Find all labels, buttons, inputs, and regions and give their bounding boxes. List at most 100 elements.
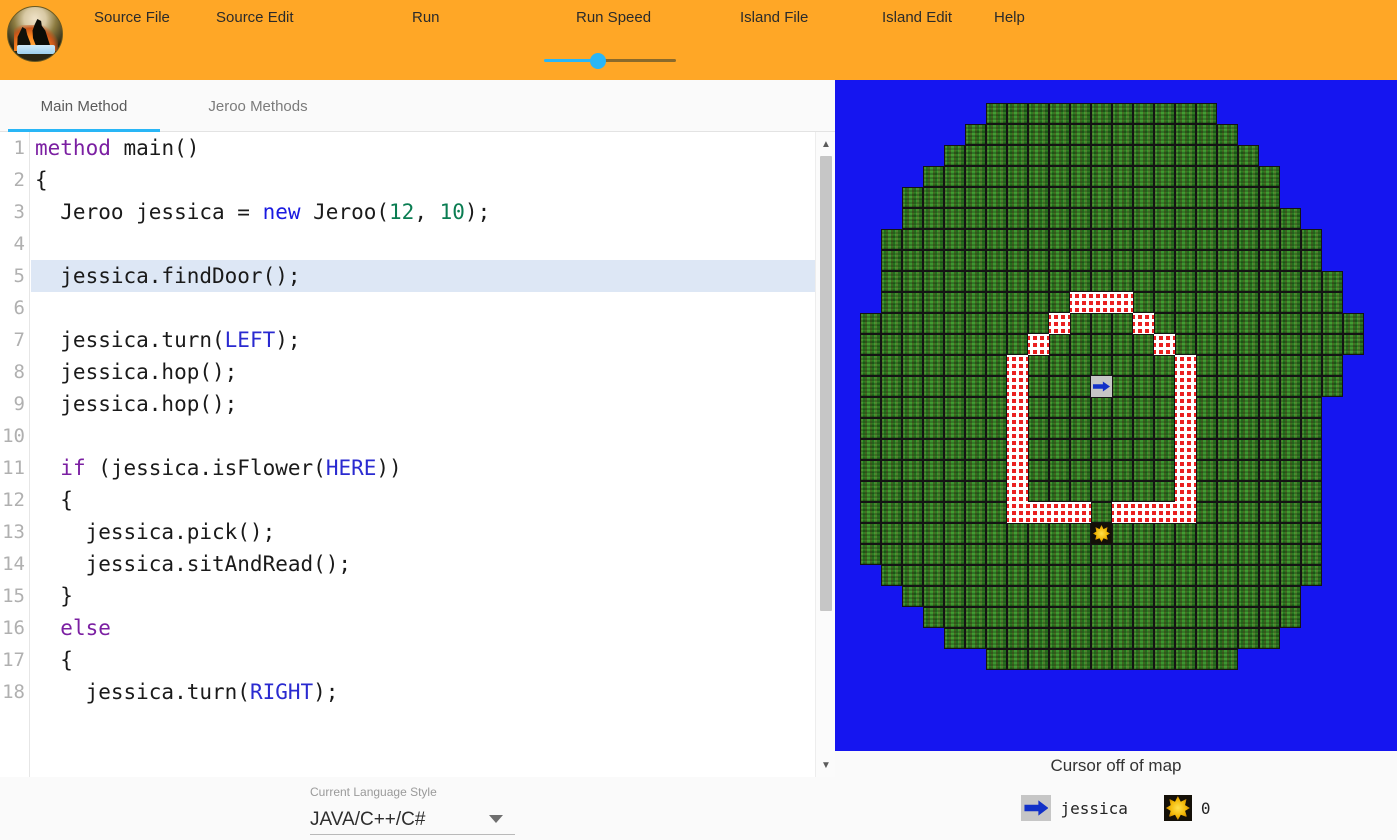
grass-tile[interactable] bbox=[986, 418, 1007, 439]
grass-tile[interactable] bbox=[1007, 271, 1028, 292]
editor-vertical-scrollbar[interactable]: ▲ ▼ bbox=[815, 132, 835, 777]
grass-tile[interactable] bbox=[1028, 250, 1049, 271]
grass-tile[interactable] bbox=[1112, 229, 1133, 250]
grass-tile[interactable] bbox=[881, 439, 902, 460]
grass-tile[interactable] bbox=[965, 334, 986, 355]
grass-tile[interactable] bbox=[1259, 355, 1280, 376]
grass-tile[interactable] bbox=[1133, 187, 1154, 208]
grass-tile[interactable] bbox=[1217, 649, 1238, 670]
code-line[interactable]: jessica.turn(RIGHT); bbox=[31, 676, 815, 708]
grass-tile[interactable] bbox=[1112, 481, 1133, 502]
grass-tile[interactable] bbox=[1133, 334, 1154, 355]
grass-tile[interactable] bbox=[923, 607, 944, 628]
net-tile[interactable] bbox=[1133, 502, 1154, 523]
grass-tile[interactable] bbox=[1301, 439, 1322, 460]
grass-tile[interactable] bbox=[902, 250, 923, 271]
net-tile[interactable] bbox=[1007, 502, 1028, 523]
grass-tile[interactable] bbox=[965, 145, 986, 166]
grass-tile[interactable] bbox=[986, 271, 1007, 292]
grass-tile[interactable] bbox=[1007, 208, 1028, 229]
grass-tile[interactable] bbox=[1154, 292, 1175, 313]
grass-tile[interactable] bbox=[881, 313, 902, 334]
grass-tile[interactable] bbox=[1280, 565, 1301, 586]
grass-tile[interactable] bbox=[1028, 586, 1049, 607]
grass-tile[interactable] bbox=[1259, 250, 1280, 271]
grass-tile[interactable] bbox=[1028, 523, 1049, 544]
grass-tile[interactable] bbox=[986, 292, 1007, 313]
grass-tile[interactable] bbox=[1070, 418, 1091, 439]
grass-tile[interactable] bbox=[902, 334, 923, 355]
grass-tile[interactable] bbox=[902, 439, 923, 460]
grass-tile[interactable] bbox=[1259, 292, 1280, 313]
grass-tile[interactable] bbox=[1007, 523, 1028, 544]
grass-tile[interactable] bbox=[1175, 103, 1196, 124]
grass-tile[interactable] bbox=[1028, 229, 1049, 250]
grass-tile[interactable] bbox=[986, 166, 1007, 187]
grass-tile[interactable] bbox=[860, 481, 881, 502]
grass-tile[interactable] bbox=[1259, 460, 1280, 481]
grass-tile[interactable] bbox=[965, 502, 986, 523]
grass-tile[interactable] bbox=[1154, 271, 1175, 292]
grass-tile[interactable] bbox=[1049, 565, 1070, 586]
grass-tile[interactable] bbox=[1217, 628, 1238, 649]
grass-tile[interactable] bbox=[1028, 565, 1049, 586]
grass-tile[interactable] bbox=[902, 376, 923, 397]
grass-tile[interactable] bbox=[1217, 271, 1238, 292]
net-tile[interactable] bbox=[1007, 481, 1028, 502]
grass-tile[interactable] bbox=[1091, 607, 1112, 628]
grass-tile[interactable] bbox=[1154, 586, 1175, 607]
grass-tile[interactable] bbox=[1133, 376, 1154, 397]
grass-tile[interactable] bbox=[1259, 313, 1280, 334]
grass-tile[interactable] bbox=[1280, 439, 1301, 460]
grass-tile[interactable] bbox=[1070, 313, 1091, 334]
grass-tile[interactable] bbox=[902, 229, 923, 250]
grass-tile[interactable] bbox=[1112, 418, 1133, 439]
grass-tile[interactable] bbox=[1070, 628, 1091, 649]
grass-tile[interactable] bbox=[1070, 481, 1091, 502]
net-tile[interactable] bbox=[1112, 502, 1133, 523]
code-editor[interactable]: 1 2 3 4 5 6 7 8 9 10 11 12 13 14 15 16 17 18 method main(… bbox=[0, 132, 835, 777]
grass-tile[interactable] bbox=[1196, 502, 1217, 523]
grass-tile[interactable] bbox=[1238, 334, 1259, 355]
grass-tile[interactable] bbox=[1301, 355, 1322, 376]
grass-tile[interactable] bbox=[1028, 607, 1049, 628]
grass-tile[interactable] bbox=[1196, 418, 1217, 439]
code-line[interactable]: jessica.hop(); bbox=[31, 388, 815, 420]
scroll-down-arrow-icon[interactable]: ▼ bbox=[816, 757, 835, 773]
grass-tile[interactable] bbox=[1070, 649, 1091, 670]
grass-tile[interactable] bbox=[1238, 145, 1259, 166]
grass-tile[interactable] bbox=[902, 565, 923, 586]
grass-tile[interactable] bbox=[881, 355, 902, 376]
grass-tile[interactable] bbox=[1070, 439, 1091, 460]
grass-tile[interactable] bbox=[1133, 229, 1154, 250]
code-line[interactable]: jessica.pick(); bbox=[31, 516, 815, 548]
grass-tile[interactable] bbox=[1238, 397, 1259, 418]
grass-tile[interactable] bbox=[1154, 250, 1175, 271]
grass-tile[interactable] bbox=[965, 397, 986, 418]
grass-tile[interactable] bbox=[965, 166, 986, 187]
grass-tile[interactable] bbox=[1154, 418, 1175, 439]
grass-tile[interactable] bbox=[944, 145, 965, 166]
grass-tile[interactable] bbox=[1091, 544, 1112, 565]
grass-tile[interactable] bbox=[923, 523, 944, 544]
grass-tile[interactable] bbox=[1301, 313, 1322, 334]
grass-tile[interactable] bbox=[1154, 376, 1175, 397]
grass-tile[interactable] bbox=[1049, 523, 1070, 544]
grass-tile[interactable] bbox=[1238, 607, 1259, 628]
grass-tile[interactable] bbox=[944, 376, 965, 397]
grass-tile[interactable] bbox=[944, 460, 965, 481]
grass-tile[interactable] bbox=[1217, 250, 1238, 271]
grass-tile[interactable] bbox=[1133, 586, 1154, 607]
grass-tile[interactable] bbox=[1196, 187, 1217, 208]
grass-tile[interactable] bbox=[1196, 649, 1217, 670]
grass-tile[interactable] bbox=[1112, 334, 1133, 355]
net-tile[interactable] bbox=[1070, 502, 1091, 523]
grass-tile[interactable] bbox=[1280, 481, 1301, 502]
grass-tile[interactable] bbox=[923, 397, 944, 418]
grass-tile[interactable] bbox=[860, 523, 881, 544]
grass-tile[interactable] bbox=[1196, 586, 1217, 607]
grass-tile[interactable] bbox=[860, 313, 881, 334]
island-map[interactable] bbox=[835, 80, 1397, 751]
grass-tile[interactable] bbox=[1154, 229, 1175, 250]
grass-tile[interactable] bbox=[1070, 607, 1091, 628]
